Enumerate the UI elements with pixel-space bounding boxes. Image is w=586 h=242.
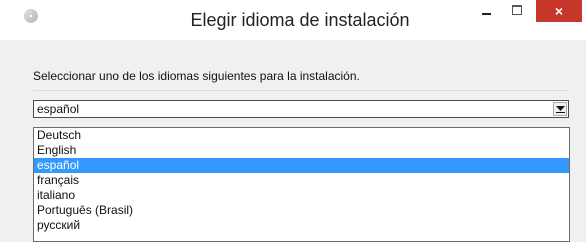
dialog-body: Seleccionar uno de los idiomas siguiente… bbox=[0, 40, 586, 242]
language-option[interactable]: Português (Brasil) bbox=[34, 203, 569, 218]
title-bar[interactable]: Elegir idioma de instalación × bbox=[0, 0, 586, 41]
language-option[interactable]: русский bbox=[34, 218, 569, 233]
close-button[interactable]: × bbox=[536, 0, 582, 22]
language-select[interactable]: español bbox=[33, 100, 569, 118]
dropdown-arrow-button[interactable] bbox=[553, 102, 567, 116]
maximize-icon bbox=[512, 5, 522, 15]
language-option[interactable]: italiano bbox=[34, 188, 569, 203]
close-icon: × bbox=[554, 3, 564, 19]
separator bbox=[33, 90, 569, 91]
language-dropdown-list[interactable]: Deutsch English español français italiano Por… bbox=[33, 127, 570, 242]
minimize-button[interactable] bbox=[470, 2, 502, 24]
cd-disc-icon bbox=[24, 9, 38, 23]
installer-language-dialog: Elegir idioma de instalación × Seleccion… bbox=[0, 0, 586, 242]
language-option[interactable]: español bbox=[34, 158, 569, 173]
language-option[interactable]: français bbox=[34, 173, 569, 188]
instruction-text: Seleccionar uno de los idiomas siguiente… bbox=[33, 69, 360, 83]
maximize-button[interactable] bbox=[502, 2, 532, 24]
window-title: Elegir idioma de instalación bbox=[190, 10, 410, 30]
language-option[interactable]: Deutsch bbox=[34, 128, 569, 143]
minimize-icon bbox=[481, 13, 491, 15]
language-option[interactable]: English bbox=[34, 143, 569, 158]
language-select-value: español bbox=[37, 102, 80, 116]
chevron-down-icon bbox=[556, 106, 565, 113]
